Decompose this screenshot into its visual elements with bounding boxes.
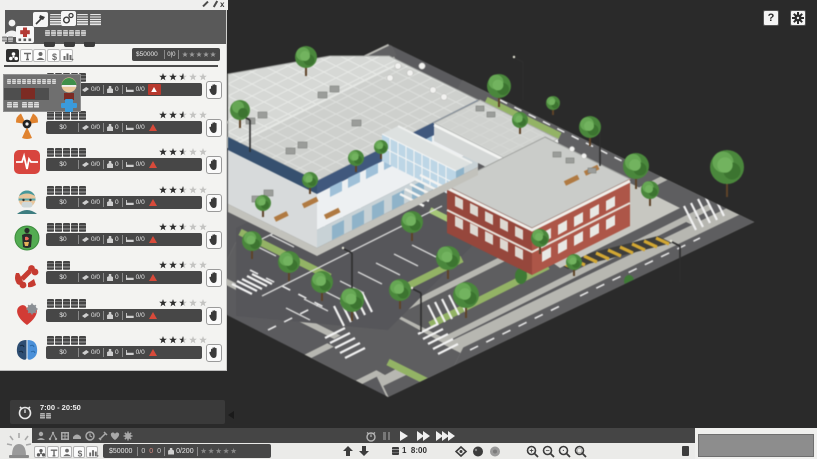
svg-text:·: · <box>562 448 564 455</box>
svg-text:$: $ <box>51 52 56 62</box>
svg-text:+: + <box>529 448 533 455</box>
svg-text:−: − <box>545 448 549 455</box>
svg-text:$: $ <box>78 448 83 458</box>
